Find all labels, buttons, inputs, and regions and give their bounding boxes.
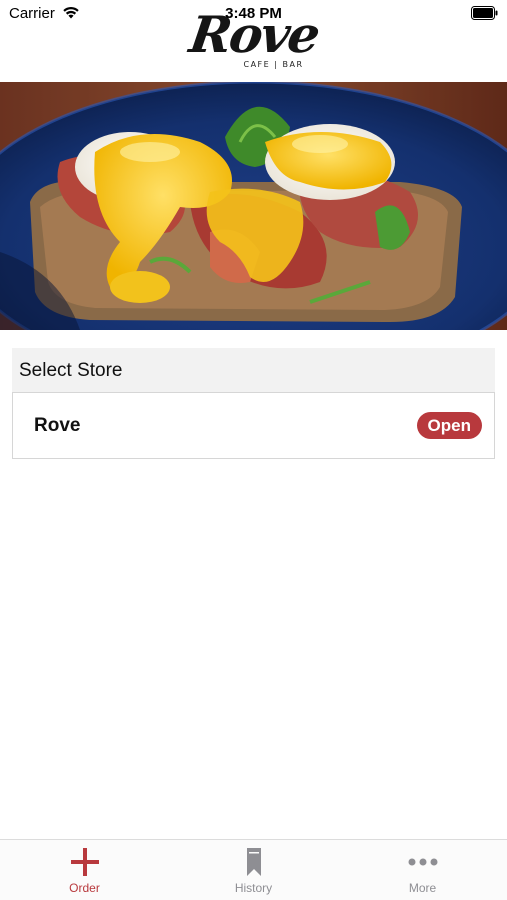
tab-bar: Order History More bbox=[0, 839, 507, 900]
app-screen: Rove CAFE | BAR Carrier 3:48 PM Select S… bbox=[0, 0, 507, 900]
store-row-rove[interactable]: Rove Open bbox=[12, 392, 495, 459]
status-badge: Open bbox=[416, 412, 482, 439]
hero-image bbox=[0, 82, 507, 330]
section-header: Select Store bbox=[12, 348, 495, 392]
status-time: 3:48 PM bbox=[225, 5, 282, 22]
tab-label-history: History bbox=[234, 881, 273, 895]
tab-label-more: More bbox=[408, 881, 437, 895]
plus-icon bbox=[70, 848, 99, 876]
tab-order[interactable]: Order bbox=[0, 840, 169, 900]
store-name: Rove bbox=[34, 415, 81, 436]
more-dots-icon bbox=[408, 858, 437, 866]
store-selection-section: Select Store Rove Open bbox=[12, 348, 495, 459]
tab-label-order: Order bbox=[69, 881, 100, 895]
status-bar: Carrier 3:48 PM bbox=[0, 0, 507, 26]
eggs-benedict-photo bbox=[0, 82, 507, 330]
tab-more[interactable]: More bbox=[338, 840, 507, 900]
bookmark-icon bbox=[246, 848, 261, 876]
section-title: Select Store bbox=[19, 360, 123, 381]
tab-history[interactable]: History bbox=[169, 840, 338, 900]
